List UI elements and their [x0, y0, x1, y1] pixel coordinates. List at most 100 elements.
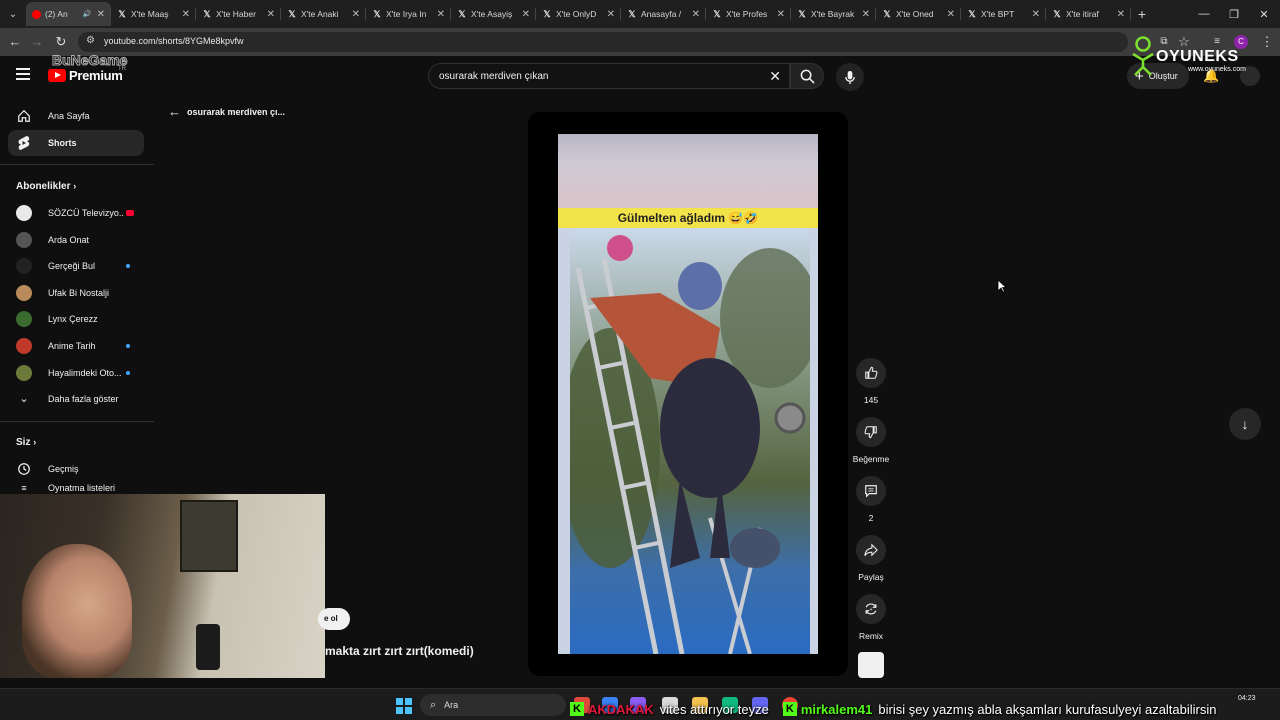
video-border — [810, 228, 818, 654]
close-tab-icon[interactable]: ✕ — [692, 9, 700, 20]
shorts-player[interactable]: Gülmelten ağladım 😅🤣 — [528, 112, 848, 676]
close-tab-icon[interactable]: ✕ — [437, 9, 445, 20]
close-window-button[interactable]: ✕ — [1248, 0, 1280, 28]
sidebar-subscription-item[interactable]: Gerçeği Bul — [8, 253, 144, 279]
close-tab-icon[interactable]: ✕ — [862, 9, 870, 20]
forward-icon[interactable]: → — [28, 34, 46, 50]
x-icon: 𝕏 — [458, 9, 466, 19]
browser-tab[interactable]: 𝕏 X'te Profes ✕ — [706, 2, 791, 26]
browser-tab[interactable]: 𝕏 X'te Anaki ✕ — [281, 2, 366, 26]
windows-start-icon[interactable] — [396, 698, 412, 714]
x-icon: 𝕏 — [968, 9, 976, 19]
reload-icon[interactable]: ↻ — [52, 34, 70, 50]
mouse-cursor-icon — [997, 279, 1007, 293]
back-icon[interactable]: ← — [6, 34, 24, 50]
video-border — [558, 228, 570, 654]
sidebar-subscription-item[interactable]: Lynx Çerezz — [8, 306, 144, 332]
shorts-back-link[interactable]: ← osurarak merdiven çı... — [168, 104, 285, 119]
sidebar-item-playlists[interactable]: ≡ Oynatma listeleri — [8, 482, 144, 494]
close-tab-icon[interactable]: ✕ — [1117, 9, 1125, 20]
voice-search-button[interactable] — [836, 63, 864, 91]
close-tab-icon[interactable]: ✕ — [607, 9, 615, 20]
sidebar-subscription-item[interactable]: Ufak Bi Nostalji — [8, 280, 144, 306]
show-more-button[interactable]: ⌄ Daha fazla göster — [8, 386, 144, 412]
sound-thumbnail[interactable] — [858, 652, 884, 678]
browser-tab[interactable]: 𝕏 X'te itiraf ✕ — [1046, 2, 1131, 26]
remix-button[interactable]: + — [856, 594, 886, 624]
sidebar-subscription-item[interactable]: Anime Tarih — [8, 333, 144, 359]
browser-tab[interactable]: 𝕏 X'te OnlyD ✕ — [536, 2, 621, 26]
ladder-scene-illustration — [560, 228, 818, 654]
chat-message: vites attırıyor teyze — [659, 701, 769, 717]
close-tab-icon[interactable]: ✕ — [777, 9, 785, 20]
sidebar-item-shorts[interactable]: Shorts — [8, 130, 144, 156]
maximize-button[interactable]: ❐ — [1218, 0, 1250, 28]
subscriptions-heading[interactable]: Abonelikler › — [16, 181, 76, 192]
x-icon: 𝕏 — [628, 9, 636, 19]
chat-username: AKDAKAK — [588, 701, 654, 717]
close-tab-icon[interactable]: ✕ — [267, 9, 275, 20]
tab-search-button[interactable]: ⌄ — [0, 3, 26, 25]
microphone — [196, 624, 220, 670]
sidebar-divider — [0, 421, 154, 422]
browser-tab[interactable]: 𝕏 X'te Asayiş ✕ — [451, 2, 536, 26]
new-tab-button[interactable]: + — [1131, 2, 1153, 26]
you-heading[interactable]: Siz › — [16, 437, 36, 448]
clear-search-icon[interactable]: ✕ — [769, 68, 781, 85]
close-tab-icon[interactable]: ✕ — [947, 9, 955, 20]
video-caption: Gülmelten ağladım 😅🤣 — [558, 208, 818, 228]
taskbar-search[interactable]: ⌕ Ara — [420, 694, 566, 716]
search-input[interactable]: osurarak merdiven çıkan ✕ — [428, 63, 790, 89]
next-short-button[interactable]: ↓ — [1229, 408, 1261, 440]
channel-avatar — [16, 338, 32, 354]
youtube-logo-icon[interactable] — [48, 69, 66, 82]
sidebar-subscription-item[interactable]: SÖZCÜ Televizyo... — [8, 200, 144, 226]
video-frame[interactable]: Gülmelten ağladım 😅🤣 — [558, 134, 818, 654]
speaker-icon[interactable]: 🔊 — [83, 10, 92, 18]
shorts-icon — [16, 135, 32, 151]
close-tab-icon[interactable]: ✕ — [1032, 9, 1040, 20]
x-icon: 𝕏 — [1053, 9, 1061, 19]
kick-icon: K — [782, 702, 797, 716]
address-bar[interactable]: ⚙ youtube.com/shorts/8YGMe8kpvfw — [78, 32, 1128, 52]
sidebar-item-history[interactable]: Geçmiş — [8, 456, 144, 482]
like-action: 145 — [856, 358, 886, 405]
close-tab-icon[interactable]: ✕ — [97, 9, 105, 20]
svg-text:+: + — [869, 607, 872, 613]
sidebar-subscription-item[interactable]: Arda Onat — [8, 227, 144, 253]
channel-avatar — [16, 284, 32, 301]
comments-button[interactable] — [856, 476, 886, 506]
sidebar-subscription-item[interactable]: Hayalimdeki Oto... — [8, 360, 144, 386]
browser-tab[interactable]: 𝕏 X'te Oned ✕ — [876, 2, 961, 26]
chat-username: mirkalem41 — [800, 701, 873, 717]
browser-tab[interactable]: 𝕏 Anasayfa / ✕ — [621, 2, 706, 26]
browser-tab[interactable]: 𝕏 X'te BPT ✕ — [961, 2, 1046, 26]
browser-tab[interactable]: 𝕏 X'te Maaş ✕ — [111, 2, 196, 26]
x-icon: 𝕏 — [713, 9, 721, 19]
like-button[interactable] — [856, 358, 886, 388]
share-action: Paylaş — [856, 535, 886, 582]
browser-tab[interactable]: 𝕏 X'te Bayrak ✕ — [791, 2, 876, 26]
youtube-premium-logo[interactable]: Premium — [69, 68, 123, 83]
subscribe-button[interactable]: e ol — [318, 608, 350, 630]
search-button[interactable] — [790, 63, 824, 89]
share-button[interactable] — [856, 535, 886, 565]
sidebar-divider — [0, 164, 154, 165]
browser-tab[interactable]: 𝕏 X'te Irya In ✕ — [366, 2, 451, 26]
close-tab-icon[interactable]: ✕ — [182, 9, 190, 20]
menu-icon[interactable] — [16, 68, 30, 80]
site-info-icon[interactable]: ⚙ — [86, 35, 95, 46]
dislike-button[interactable] — [856, 417, 886, 447]
browser-tab[interactable]: 𝕏 X'te Haber ✕ — [196, 2, 281, 26]
tab-title: (2) An — [45, 9, 68, 19]
close-tab-icon[interactable]: ✕ — [352, 9, 360, 20]
minimize-button[interactable]: — — [1188, 0, 1220, 28]
home-icon — [16, 108, 32, 124]
comment-icon — [865, 485, 877, 498]
tab-title: X'te Oned — [896, 9, 934, 19]
browser-tab[interactable]: (2) An 🔊 ✕ — [26, 2, 111, 26]
sidebar-item-home[interactable]: Ana Sayfa — [8, 103, 144, 129]
close-tab-icon[interactable]: ✕ — [522, 9, 530, 20]
share-label: Paylaş — [858, 572, 884, 582]
live-indicator-icon — [126, 210, 134, 216]
